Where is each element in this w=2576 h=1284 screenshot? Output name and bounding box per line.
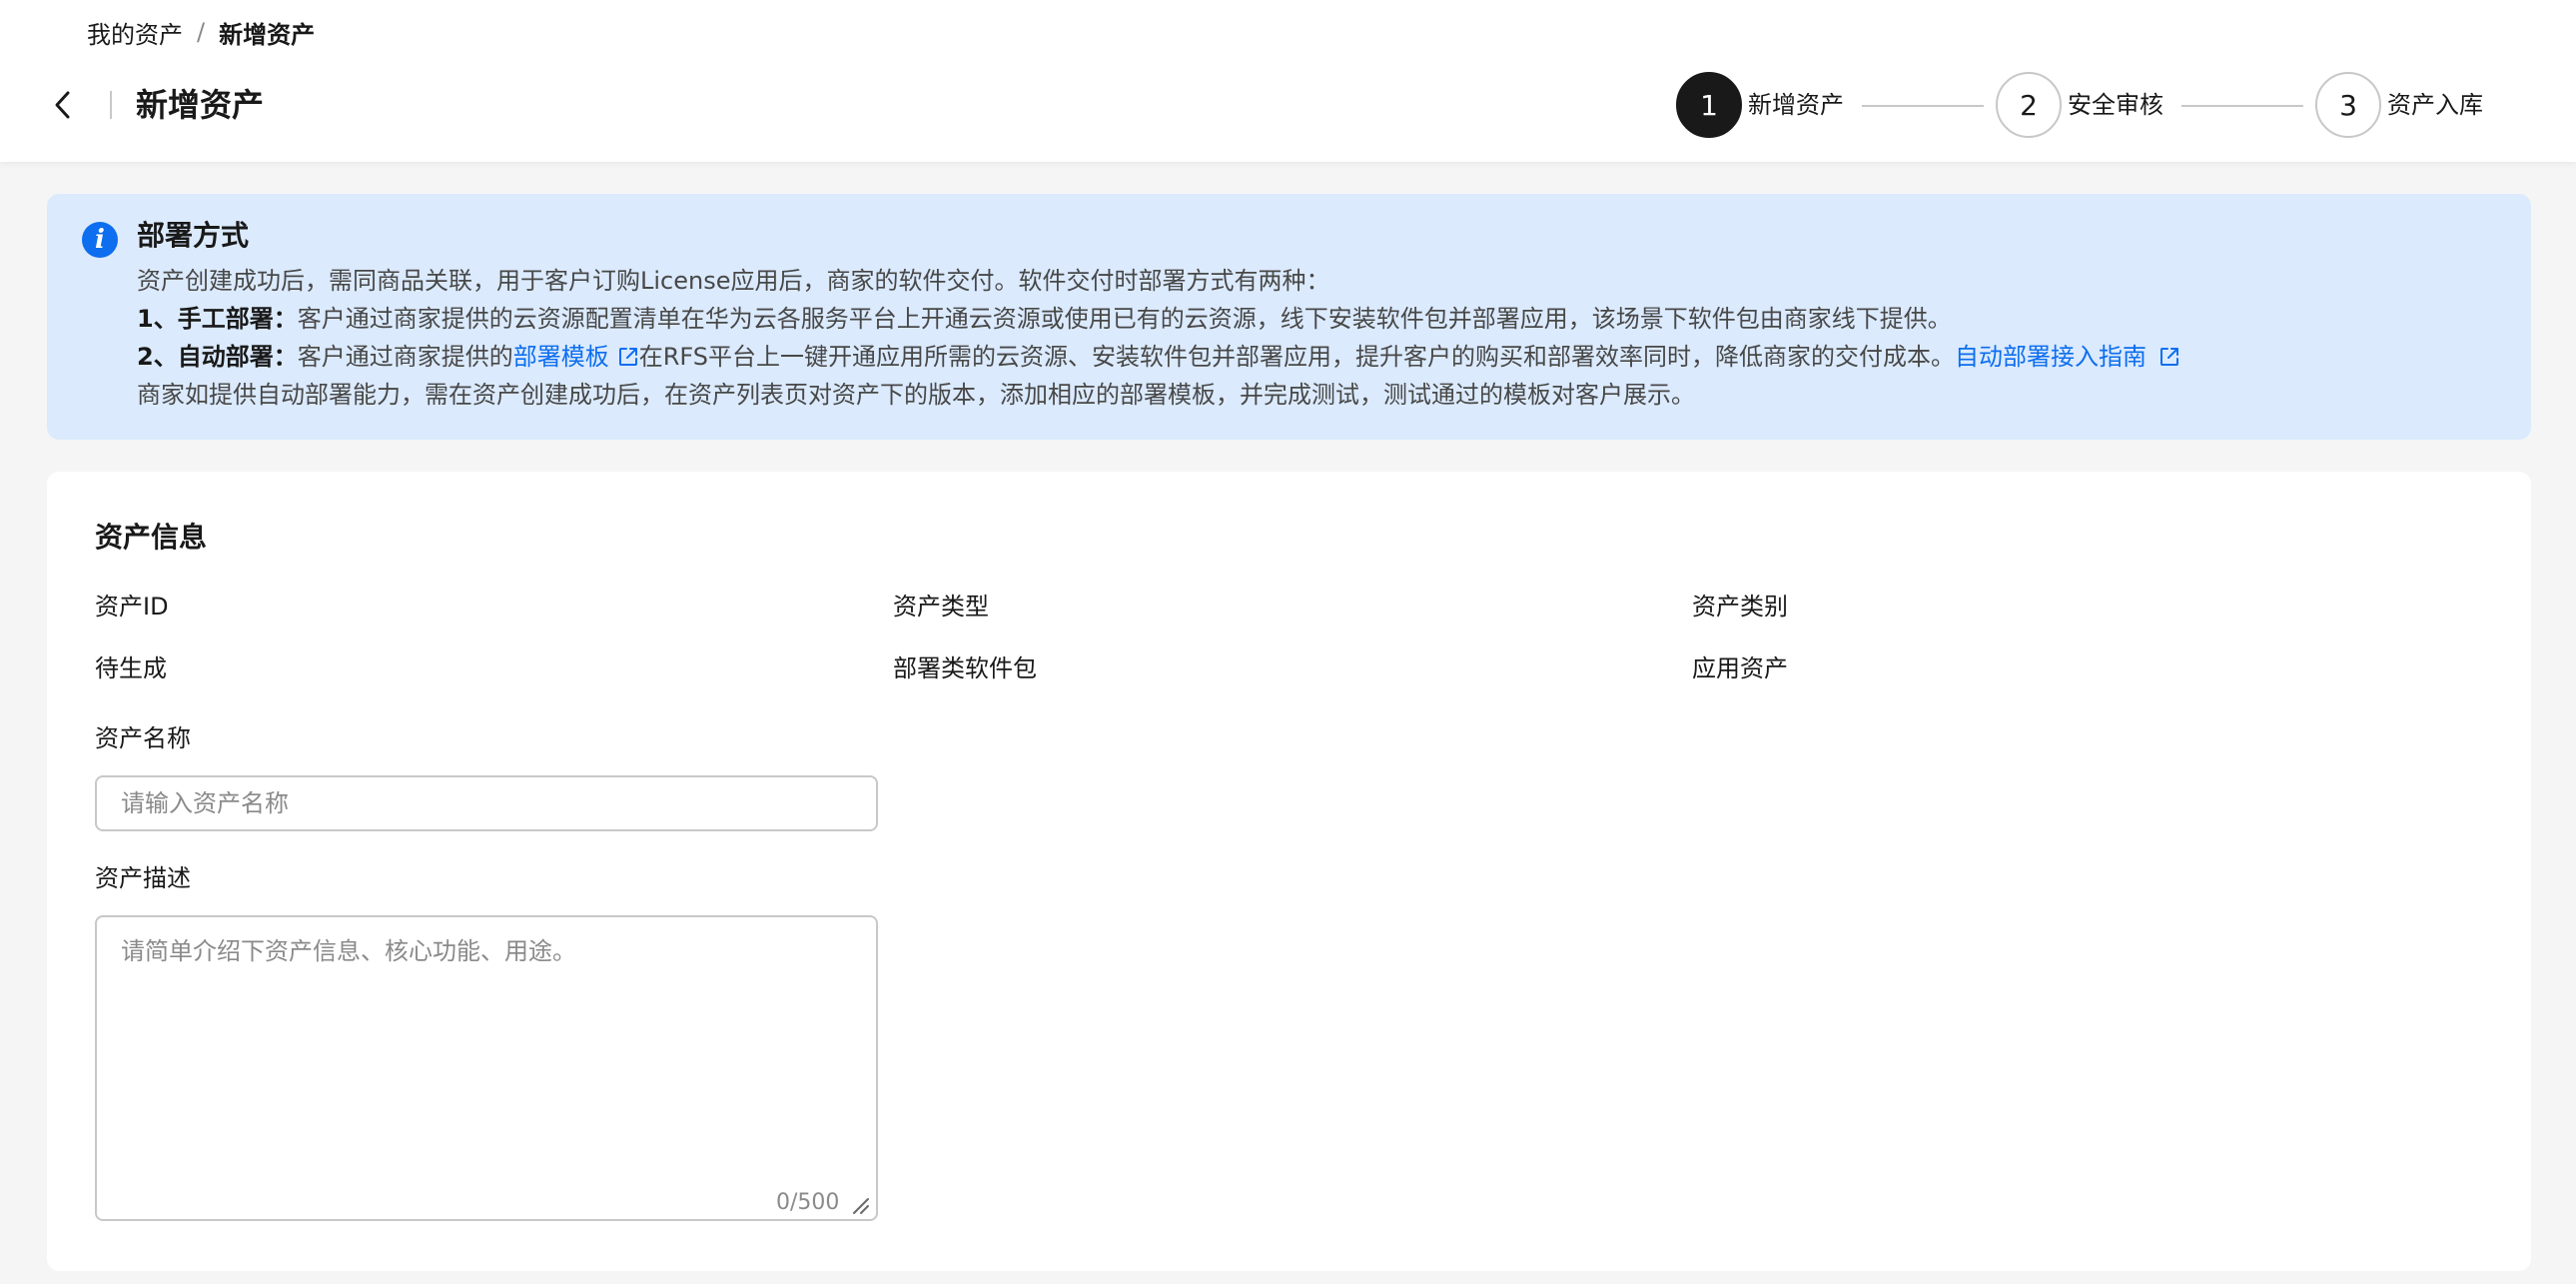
breadcrumb-item-my-assets[interactable]: 我的资产 bbox=[87, 15, 183, 50]
step-3-indicator: 3 bbox=[2315, 72, 2381, 138]
chevron-left-icon bbox=[55, 91, 70, 119]
resize-handle-icon[interactable] bbox=[848, 1193, 870, 1215]
auto-deploy-text-2: 在RFS平台上一键开通应用所需的云资源、安装软件包并部署应用，提升客户的购买和部… bbox=[638, 343, 1955, 371]
notice-footer: 商家如提供自动部署能力，需在资产创建成功后，在资产列表页对资产下的版本，添加相应… bbox=[137, 381, 1695, 409]
external-link-icon bbox=[618, 348, 637, 366]
asset-id-label: 资产ID bbox=[95, 593, 169, 621]
asset-category-value: 应用资产 bbox=[1692, 654, 1788, 682]
deploy-template-link[interactable]: 部署模板 bbox=[513, 343, 639, 371]
asset-category-label: 资产类别 bbox=[1692, 593, 1788, 621]
step-connector bbox=[2181, 105, 2303, 107]
manual-deploy-text: 客户通过商家提供的云资源配置清单在华为云各服务平台上开通云资源或使用已有的云资源… bbox=[297, 305, 1952, 333]
breadcrumb-separator: / bbox=[197, 18, 206, 46]
asset-description-label: 资产描述 bbox=[95, 864, 191, 892]
asset-name-label: 资产名称 bbox=[95, 724, 191, 752]
deployment-notice: i 部署方式 资产创建成功后，需同商品关联，用于客户订购License应用后，商… bbox=[47, 194, 2531, 440]
asset-type-label: 资产类型 bbox=[893, 593, 989, 621]
character-counter: 0/500 bbox=[776, 1190, 840, 1215]
page-header: 我的资产 / 新增资产 新增资产 1 新增资产 2 安全审核 3 资产入库 bbox=[0, 0, 2576, 162]
asset-name-input[interactable] bbox=[95, 775, 878, 831]
step-2-indicator: 2 bbox=[1996, 72, 2062, 138]
step-1-label: 新增资产 bbox=[1748, 91, 1844, 119]
step-3-label: 资产入库 bbox=[2387, 91, 2483, 119]
breadcrumb-item-current: 新增资产 bbox=[219, 20, 316, 49]
step-2-label: 安全审核 bbox=[2068, 91, 2163, 119]
external-link-icon bbox=[2160, 348, 2178, 366]
title-divider bbox=[110, 91, 112, 119]
auto-deploy-guide-link[interactable]: 自动部署接入指南 bbox=[1955, 343, 2180, 371]
step-connector bbox=[1862, 105, 1984, 107]
notice-auto-line: 2、自动部署：客户通过商家提供的部署模板 在RFS平台上一键开通应用所需的云资源… bbox=[137, 338, 2180, 376]
deploy-template-link-text: 部署模板 bbox=[512, 343, 609, 371]
auto-deploy-text-1: 客户通过商家提供的 bbox=[297, 343, 513, 371]
section-title: 资产信息 bbox=[95, 521, 208, 554]
asset-type-value: 部署类软件包 bbox=[893, 654, 1037, 682]
asset-description-textarea[interactable] bbox=[95, 915, 878, 1221]
notice-manual-line: 1、手工部署：客户通过商家提供的云资源配置清单在华为云各服务平台上开通云资源或使… bbox=[137, 300, 1952, 338]
info-icon: i bbox=[82, 222, 118, 258]
asset-info-card: 资产信息 资产ID 待生成 资产类型 部署类软件包 资产类别 应用资产 资产名称… bbox=[47, 472, 2531, 1271]
auto-deploy-label: 2、自动部署： bbox=[137, 343, 298, 371]
manual-deploy-label: 1、手工部署： bbox=[137, 305, 298, 333]
step-1-indicator: 1 bbox=[1676, 72, 1742, 138]
guide-link-text: 自动部署接入指南 bbox=[1955, 343, 2147, 371]
breadcrumb: 我的资产 / 新增资产 bbox=[87, 14, 315, 50]
back-button[interactable] bbox=[46, 86, 80, 124]
asset-id-value: 待生成 bbox=[95, 654, 167, 682]
page-title: 新增资产 bbox=[136, 86, 265, 124]
notice-title: 部署方式 bbox=[137, 219, 250, 252]
notice-intro: 资产创建成功后，需同商品关联，用于客户订购License应用后，商家的软件交付。… bbox=[137, 267, 1330, 295]
